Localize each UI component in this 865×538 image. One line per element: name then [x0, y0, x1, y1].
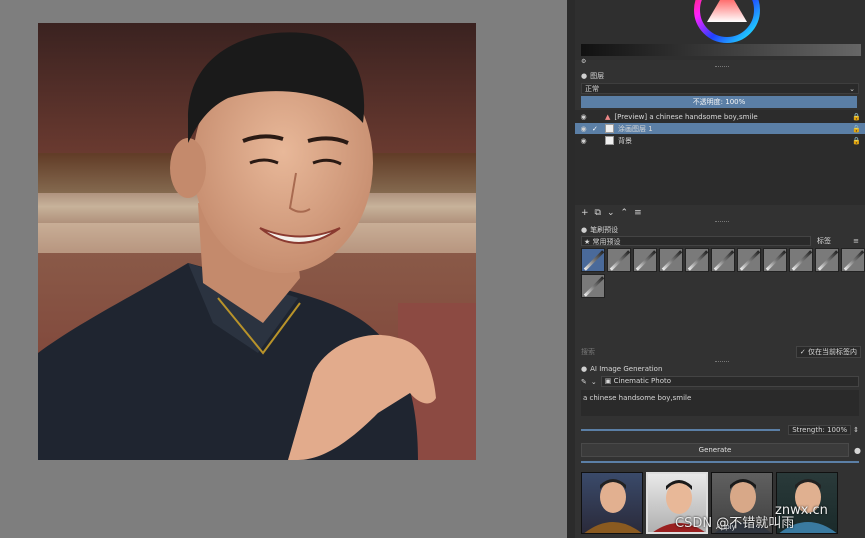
eye-icon[interactable]: ◉ [579, 125, 588, 133]
eye-icon[interactable]: ◉ [579, 137, 588, 145]
generate-button-row: Generate [581, 443, 849, 457]
layer-row[interactable]: ◉ ▲ [Preview] a chinese handsome boy,smi… [579, 111, 861, 122]
prompt-textarea[interactable]: a chinese handsome boy,smile [581, 390, 859, 416]
portrait-image [38, 23, 476, 460]
brush-grid [581, 248, 865, 298]
layer-name: 涂画图层 1 [618, 124, 653, 133]
layer-row[interactable]: ◉ 背景 🔒 [579, 135, 861, 146]
ai-style-row: ✎ ⌄ ▣ Cinematic Photo [581, 376, 859, 387]
eye-icon[interactable]: ◉ [579, 113, 588, 121]
brush-preset-icon[interactable] [581, 248, 605, 272]
layer-menu-icon[interactable]: ≡ [634, 208, 642, 218]
panel-grip[interactable] [715, 221, 729, 223]
blend-mode-value: 正常 [585, 84, 599, 93]
color-selector-panel: ⚙ [575, 0, 865, 65]
generate-button[interactable]: Generate [581, 443, 849, 457]
add-layer-icon[interactable]: + [581, 208, 589, 218]
canvas-area[interactable] [0, 0, 567, 538]
brush-preset-icon[interactable] [737, 248, 761, 272]
chevron-down-icon: ⌄ [849, 84, 855, 93]
layer-list: ◉ ▲ [Preview] a chinese handsome boy,smi… [575, 110, 865, 205]
brush-presets-header: ● 笔刷预设 [575, 224, 865, 235]
progress-bar [581, 461, 859, 463]
move-down-icon[interactable]: ⌄ [607, 208, 615, 218]
canvas-image[interactable] [38, 23, 476, 460]
filter-label: 仅在当前标签内 [808, 348, 857, 356]
csdn-watermark: CSDN @不错就叫雨 [675, 516, 795, 531]
brush-preset-icon[interactable] [633, 248, 657, 272]
ai-title: AI Image Generation [590, 365, 663, 373]
chevron-down-icon[interactable]: ⌄ [591, 378, 597, 386]
color-history-bar[interactable] [581, 44, 861, 56]
wand-icon[interactable]: ✎ [581, 378, 587, 386]
brush-preset-icon[interactable] [815, 248, 839, 272]
strength-row: Strength: 100% ⇕ [581, 424, 859, 436]
layer-toolbar: + ⧉ ⌄ ⌃ ≡ [581, 207, 865, 219]
brush-preset-icon[interactable] [685, 248, 709, 272]
move-up-icon[interactable]: ⌃ [621, 208, 629, 218]
layer-row-selected[interactable]: ◉ ✓ 涂画图层 1 🔒 [575, 123, 865, 134]
strength-slider[interactable] [581, 429, 781, 431]
opacity-value: 不透明度: 100% [692, 98, 746, 106]
right-dock: ⚙ ● 图层 正常 ⌄ 不透明度: 100% ◉ ▲ [Preview] a c… [575, 0, 865, 538]
lock-icon[interactable]: 🔒 [852, 113, 861, 121]
dock-splitter[interactable] [567, 0, 575, 538]
brush-preset-icon[interactable] [581, 274, 605, 298]
ai-icon: ● [581, 365, 588, 373]
lock-icon[interactable]: 🔒 [852, 125, 861, 133]
brush-tag-row: ★ 常用预设 标签 ≡ [581, 236, 859, 246]
panel-grip[interactable] [715, 361, 729, 363]
opacity-slider[interactable]: 不透明度: 100% [581, 96, 857, 108]
strength-value[interactable]: Strength: 100% [788, 425, 852, 435]
brush-preset-icon[interactable] [789, 248, 813, 272]
view-options-icon[interactable]: ≡ [853, 237, 859, 245]
background-icon [605, 136, 614, 145]
layers-icon: ● [581, 72, 588, 80]
brush-presets-title: 笔刷预设 [590, 225, 619, 234]
preview-icon: ▲ [605, 112, 611, 121]
panel-grip[interactable] [715, 66, 729, 68]
result-thumbnail[interactable] [581, 472, 643, 534]
filter-current-tag-checkbox[interactable]: ✓ 仅在当前标签内 [795, 346, 861, 358]
spin-icon[interactable]: ⇕ [853, 426, 859, 434]
brush-preset-icon[interactable] [607, 248, 631, 272]
settings-icon[interactable]: ● [854, 446, 861, 455]
brush-search-input[interactable]: 搜索 [581, 347, 595, 357]
tag-label[interactable]: 标签 [817, 236, 831, 246]
style-select[interactable]: ▣ Cinematic Photo [600, 376, 859, 387]
style-value: Cinematic Photo [613, 377, 672, 385]
color-wheel[interactable] [689, 0, 765, 44]
duplicate-icon[interactable]: ⧉ [595, 208, 601, 218]
brush-preset-icon[interactable] [763, 248, 787, 272]
brush-tag-select[interactable]: ★ 常用预设 [581, 236, 811, 246]
brush-preset-icon[interactable] [841, 248, 865, 272]
ai-header: ● AI Image Generation [575, 364, 865, 374]
paint-layer-icon [605, 124, 614, 133]
brush-preset-icon[interactable] [711, 248, 735, 272]
layers-header: ● 图层 [575, 70, 865, 82]
layers-title: 图层 [590, 72, 605, 80]
lock-icon[interactable]: 🔒 [852, 137, 861, 145]
brush-footer: 搜索 ✓ 仅在当前标签内 [581, 346, 861, 358]
check-icon[interactable]: ✓ [592, 125, 601, 133]
blend-mode-select[interactable]: 正常 ⌄ [581, 83, 859, 94]
brush-icon: ● [581, 225, 588, 234]
prompt-text: a chinese handsome boy,smile [583, 394, 692, 402]
settings-icon[interactable]: ⚙ [581, 58, 586, 65]
brush-preset-icon[interactable] [659, 248, 683, 272]
layer-name: 背景 [618, 136, 632, 145]
layer-name: [Preview] a chinese handsome boy,smile [614, 112, 758, 121]
